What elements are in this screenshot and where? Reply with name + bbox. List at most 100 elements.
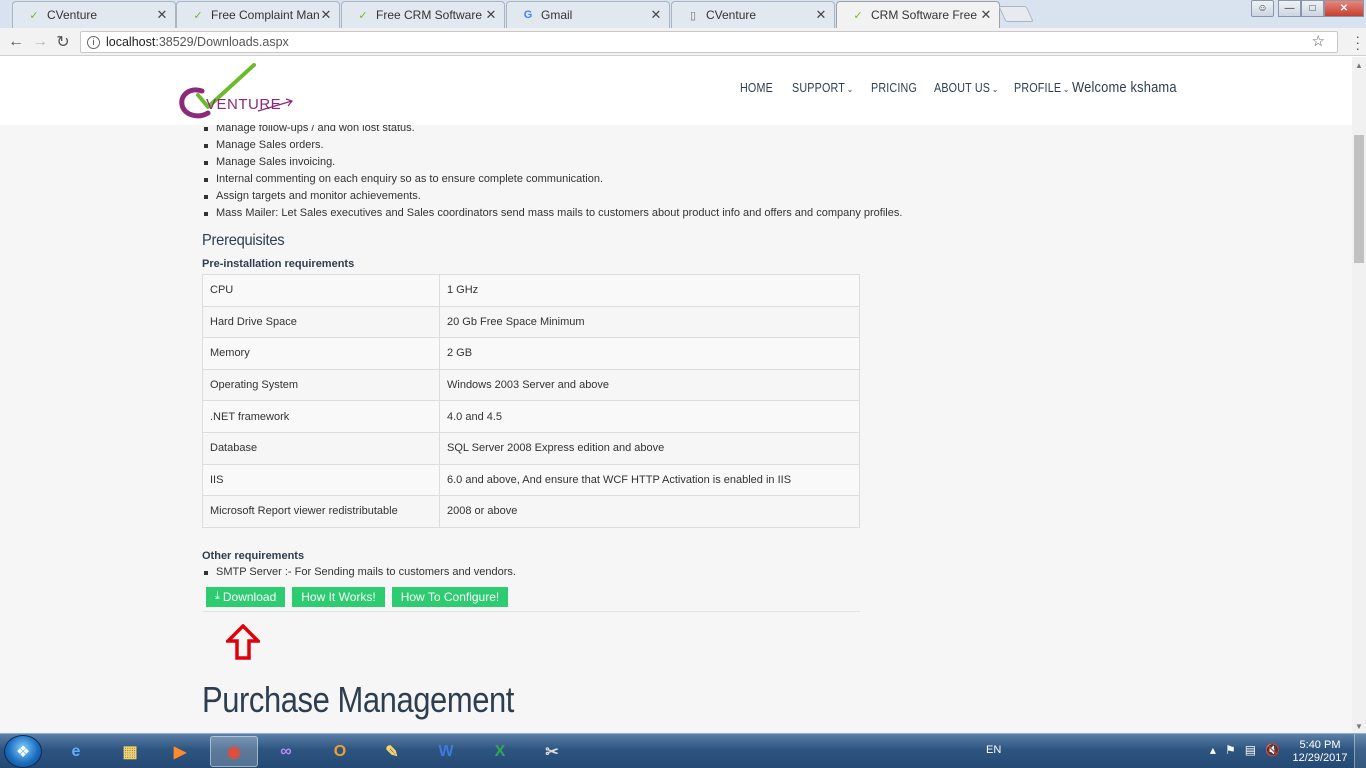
chevron-down-icon: ⌄ <box>991 84 999 94</box>
chevron-down-icon: ⌄ <box>846 84 854 94</box>
requirement-row: .NET framework 4.0 and 4.5 <box>202 400 860 433</box>
requirement-name: Microsoft Report viewer redistributable <box>202 495 440 528</box>
cventure-favicon-icon: ✓ <box>29 9 39 22</box>
nav-profile-label: PROFILE <box>1014 81 1062 95</box>
logo-text: VENTURE <box>206 96 281 113</box>
action-center-flag-icon[interactable]: ⚑ <box>1225 743 1236 757</box>
bookmark-star-icon[interactable]: ☆ <box>1312 32 1325 50</box>
browser-tab[interactable]: ✓ Free CRM Software | Cus✕ <box>341 1 505 28</box>
volume-muted-icon[interactable]: 🔇 <box>1265 743 1280 757</box>
new-tab-button[interactable] <box>998 6 1034 22</box>
browser-tab[interactable]: ▯ CVenture ✕ <box>671 1 835 28</box>
page-scrollbar[interactable]: ▲ ▼ <box>1352 57 1366 733</box>
page-viewport: Add additional members to the enquiry in… <box>0 57 1352 733</box>
browser-tab[interactable]: ✓ CRM Software Free | Cus✕ <box>836 1 1000 28</box>
purchase-management-heading: Purchase Management <box>202 679 514 720</box>
requirement-row: CPU 1 GHz <box>202 274 860 307</box>
how-to-configure-button[interactable]: How To Configure! <box>391 586 509 607</box>
nav-home[interactable]: HOME <box>740 81 773 95</box>
reload-icon[interactable]: ↻ <box>53 32 73 52</box>
cventure-favicon-icon: ✓ <box>853 9 863 22</box>
clock-date: 12/29/2017 <box>1292 752 1348 764</box>
download-icon: ⤓ <box>215 590 220 603</box>
browser-tab[interactable]: G Gmail ✕ <box>506 1 670 28</box>
other-requirements-list: SMTP Server :- For Sending mails to cust… <box>202 564 860 581</box>
site-info-icon[interactable]: i <box>87 35 100 49</box>
tab-close-icon[interactable]: ✕ <box>484 7 498 23</box>
browser-tab[interactable]: ✓ CVenture ✕ <box>12 1 176 28</box>
tab-title: Free Complaint Managem <box>211 8 319 22</box>
start-button[interactable]: ❖ <box>4 735 42 768</box>
cventure-logo[interactable]: VENTURE <box>178 61 296 121</box>
browser-tab[interactable]: ✓ Free Complaint Managem✕ <box>176 1 340 28</box>
user-profile-icon[interactable]: ☺ <box>1251 0 1274 17</box>
feature-item: Mass Mailer: Let Sales executives and Sa… <box>202 205 902 222</box>
requirement-value: 20 Gb Free Space Minimum <box>439 305 860 339</box>
red-up-arrow-annotation <box>226 624 260 660</box>
maximize-button[interactable]: □ <box>1301 0 1324 17</box>
internet-explorer-icon[interactable]: e <box>52 736 100 767</box>
word-icon[interactable]: W <box>422 736 470 767</box>
nav-pricing[interactable]: PRICING <box>871 81 917 95</box>
tab-close-icon[interactable]: ✕ <box>814 7 828 23</box>
network-icon[interactable]: ▤ <box>1245 743 1256 757</box>
requirement-value: 4.0 and 4.5 <box>439 400 860 433</box>
clock[interactable]: 5:40 PM 12/29/2017 <box>1290 739 1350 765</box>
visual-studio-icon[interactable]: ∞ <box>262 736 310 767</box>
nav-support[interactable]: SUPPORT ⌄ <box>792 81 853 95</box>
tab-title: CVenture <box>706 8 757 22</box>
show-hidden-icons-icon[interactable]: ▴ <box>1210 743 1216 757</box>
cventure-favicon-icon: ✓ <box>358 9 368 22</box>
requirement-value: 6.0 and above, And ensure that WCF HTTP … <box>439 463 860 497</box>
tab-title: Free CRM Software | Cus <box>376 8 484 22</box>
nav-profile[interactable]: PROFILE ⌄ <box>1014 81 1070 95</box>
scroll-up-icon[interactable]: ▲ <box>1355 61 1363 70</box>
welcome-user-text: Welcome kshama <box>1072 79 1177 96</box>
feature-item: Assign targets and monitor achievements. <box>202 188 860 205</box>
window-controls: ☺ — □ ✕ <box>1251 0 1364 17</box>
pre-install-heading: Pre-installation requirements <box>202 258 355 270</box>
feature-item: Manage Sales orders. <box>202 137 860 154</box>
nav-support-label: SUPPORT <box>792 81 845 95</box>
tab-close-icon[interactable]: ✕ <box>319 7 333 23</box>
url-path: :38529/Downloads.aspx <box>155 35 289 49</box>
download-button[interactable]: ⤓ Download <box>206 586 286 607</box>
language-indicator[interactable]: EN <box>986 744 1001 756</box>
requirement-name: Operating System <box>202 368 440 402</box>
requirement-row: Microsoft Report viewer redistributable 2… <box>202 495 860 528</box>
minimize-button[interactable]: — <box>1278 0 1301 17</box>
how-it-works-button[interactable]: How It Works! <box>292 586 385 607</box>
show-desktop-button[interactable] <box>1354 734 1366 768</box>
requirement-name: Hard Drive Space <box>202 305 440 339</box>
file-explorer-icon[interactable]: ▦ <box>106 736 154 767</box>
main-content: Add additional members to the enquiry in… <box>202 105 902 612</box>
tab-close-icon[interactable]: ✕ <box>979 7 993 23</box>
scroll-thumb[interactable] <box>1354 135 1364 263</box>
url-host: localhost <box>106 35 156 49</box>
requirement-row: Database SQL Server 2008 Express edition … <box>202 431 860 465</box>
address-bar[interactable]: i localhost:38529/Downloads.aspx ☆ <box>80 31 1338 53</box>
paint-icon[interactable]: ✎ <box>368 736 416 767</box>
tab-title: Gmail <box>541 8 573 22</box>
snipping-tool-icon[interactable]: ✂ <box>528 736 576 767</box>
requirement-row: IIS 6.0 and above, And ensure that WCF HT… <box>202 463 860 497</box>
windows-taskbar: ❖ e ▦ ▶ ◉ ∞ O ✎ W X ✂ EN ▴ ⚑ ▤ 🔇 5:40 PM… <box>0 733 1366 768</box>
tab-close-icon[interactable]: ✕ <box>155 7 169 23</box>
other-requirement-item: SMTP Server :- For Sending mails to cust… <box>202 564 860 581</box>
back-icon[interactable]: ← <box>6 32 26 52</box>
requirement-row: Hard Drive Space 20 Gb Free Space Minimum <box>202 305 860 339</box>
scroll-down-icon[interactable]: ▼ <box>1355 722 1363 731</box>
close-window-button[interactable]: ✕ <box>1324 0 1364 17</box>
tab-close-icon[interactable]: ✕ <box>649 7 663 23</box>
browser-menu-icon[interactable]: · · · <box>1355 29 1360 55</box>
forward-icon[interactable]: → <box>30 32 50 52</box>
requirement-value: 1 GHz <box>439 274 860 307</box>
media-player-icon[interactable]: ▶ <box>156 736 204 767</box>
nav-about-us[interactable]: ABOUT US ⌄ <box>934 81 999 95</box>
chrome-icon[interactable]: ◉ <box>210 736 258 767</box>
chevron-down-icon: ⌄ <box>1062 84 1070 94</box>
requirement-name: .NET framework <box>202 400 440 433</box>
requirement-name: Database <box>202 431 440 465</box>
outlook-icon[interactable]: O <box>316 736 364 767</box>
excel-icon[interactable]: X <box>476 736 524 767</box>
